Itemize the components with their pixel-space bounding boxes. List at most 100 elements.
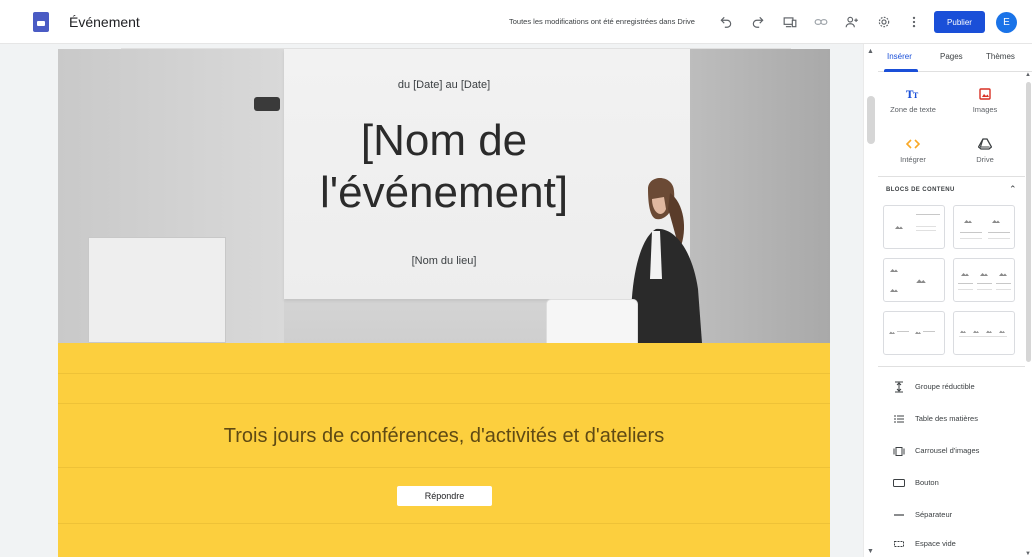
hero-text: du [Date] au [Date] [Nom de l'événement]… (58, 49, 830, 343)
site-title[interactable]: Événement (69, 14, 140, 30)
svg-text:T: T (913, 91, 919, 100)
insert-text-box[interactable]: TT Zone de texte (878, 86, 948, 114)
tab-themes[interactable]: Thèmes (986, 52, 1015, 61)
text-line (923, 331, 935, 332)
image-placeholder-icon (890, 269, 898, 272)
scroll-down-icon[interactable]: ▼ (1025, 551, 1031, 557)
text-line (960, 232, 982, 233)
table-of-contents-label: Table des matières (915, 414, 978, 423)
content-block-1[interactable] (883, 205, 945, 249)
divider-label: Séparateur (915, 510, 953, 519)
content-block-2[interactable] (953, 205, 1015, 249)
event-name[interactable]: [Nom de l'événement] (58, 115, 830, 219)
text-line (977, 283, 992, 284)
avatar[interactable]: E (996, 12, 1017, 33)
scroll-down-icon[interactable]: ▼ (867, 548, 874, 555)
text-line (959, 336, 1007, 337)
content-block-4[interactable] (953, 258, 1015, 302)
grid-line (58, 467, 830, 468)
insert-image-carousel[interactable]: Carrousel d'images (878, 441, 1025, 461)
settings-gear-icon[interactable] (874, 12, 894, 32)
preview-device-icon[interactable] (780, 12, 800, 32)
site-page: du [Date] au [Date] [Nom de l'événement]… (58, 49, 830, 557)
panel-scrollbar[interactable]: ▲ ▼ (1025, 72, 1032, 557)
top-bar: Événement Toutes les modifications ont é… (0, 0, 1032, 44)
insert-button[interactable]: Bouton (878, 473, 1025, 493)
content-block-5[interactable] (883, 311, 945, 355)
collapsible-group-icon (892, 380, 906, 394)
insert-spacer[interactable]: Espace vide (878, 534, 1025, 554)
share-person-icon[interactable] (842, 12, 862, 32)
insert-panel: Insérer Pages Thèmes TT Zone de texte Im… (878, 44, 1032, 557)
button-label: Bouton (915, 478, 939, 487)
spacer-label: Espace vide (915, 539, 956, 548)
panel-divider (878, 176, 1025, 177)
image-icon (950, 86, 1020, 102)
grid-line (58, 403, 830, 404)
text-line (977, 289, 992, 290)
insert-images-label: Images (972, 105, 998, 114)
insert-images[interactable]: Images (950, 86, 1020, 114)
image-placeholder-icon (999, 330, 1005, 333)
panel-scroll-thumb[interactable] (1026, 82, 1031, 362)
text-line (996, 289, 1011, 290)
content-block-3[interactable] (883, 258, 945, 302)
respond-button[interactable]: Répondre (397, 486, 492, 506)
event-venue[interactable]: [Nom du lieu] (58, 255, 830, 267)
canvas-scrollbar[interactable]: ▲ ▼ (863, 44, 878, 557)
scroll-up-icon[interactable]: ▲ (867, 48, 874, 55)
insert-table-of-contents[interactable]: Table des matières (878, 409, 1025, 429)
active-tab-indicator (884, 69, 918, 72)
google-sites-icon[interactable] (33, 12, 49, 32)
image-carousel-label: Carrousel d'images (915, 446, 980, 455)
insert-drive[interactable]: Drive (950, 136, 1020, 164)
image-carousel-icon (892, 444, 906, 458)
image-placeholder-icon (895, 226, 903, 229)
save-status: Toutes les modifications ont été enregis… (509, 17, 695, 26)
tab-pages[interactable]: Pages (940, 52, 963, 61)
canvas-scroll-thumb[interactable] (867, 96, 875, 144)
text-line (988, 232, 1010, 233)
chevron-up-icon[interactable]: ⌃ (1009, 184, 1017, 195)
insert-divider[interactable]: Séparateur (878, 505, 1025, 525)
banner-tagline[interactable]: Trois jours de conférences, d'activités … (58, 425, 830, 448)
spacer-icon (892, 537, 906, 551)
publish-button[interactable]: Publier (934, 11, 985, 33)
image-placeholder-icon (992, 220, 1000, 223)
redo-icon[interactable] (748, 12, 768, 32)
undo-icon[interactable] (716, 12, 736, 32)
text-box-icon: TT (878, 86, 948, 102)
image-placeholder-icon (986, 330, 992, 333)
more-vert-icon[interactable] (904, 12, 924, 32)
panel-divider (878, 366, 1025, 367)
text-line (897, 331, 909, 332)
image-placeholder-icon (889, 331, 895, 334)
link-icon[interactable] (811, 12, 831, 32)
image-placeholder-icon (980, 273, 988, 276)
text-line (958, 289, 973, 290)
insert-collapsible-group[interactable]: Groupe réductible (878, 377, 1025, 397)
image-placeholder-icon (964, 220, 972, 223)
event-name-line-1: [Nom de (360, 116, 528, 165)
text-line (916, 230, 936, 231)
image-placeholder-icon (973, 330, 979, 333)
grid-line (58, 373, 830, 374)
image-placeholder-icon (960, 330, 966, 333)
text-line (988, 238, 1010, 239)
tab-inserer[interactable]: Insérer (887, 52, 912, 61)
content-block-6[interactable] (953, 311, 1015, 355)
panel-tabs: Insérer Pages Thèmes (878, 44, 1032, 72)
banner-section[interactable]: Trois jours de conférences, d'activités … (58, 343, 830, 557)
insert-embed[interactable]: Intégrer (878, 136, 948, 164)
drive-icon (950, 136, 1020, 152)
scroll-up-icon[interactable]: ▲ (1025, 72, 1031, 78)
image-placeholder-icon (890, 289, 898, 292)
editor-canvas: du [Date] au [Date] [Nom de l'événement]… (0, 44, 863, 557)
event-date[interactable]: du [Date] au [Date] (58, 79, 830, 91)
button-icon (892, 476, 906, 490)
divider-icon (892, 508, 906, 522)
hero-section[interactable]: du [Date] au [Date] [Nom de l'événement]… (58, 49, 830, 343)
content-blocks-header[interactable]: BLOCS DE CONTENU (886, 187, 955, 193)
insert-embed-label: Intégrer (900, 155, 926, 164)
image-placeholder-icon (999, 273, 1007, 276)
